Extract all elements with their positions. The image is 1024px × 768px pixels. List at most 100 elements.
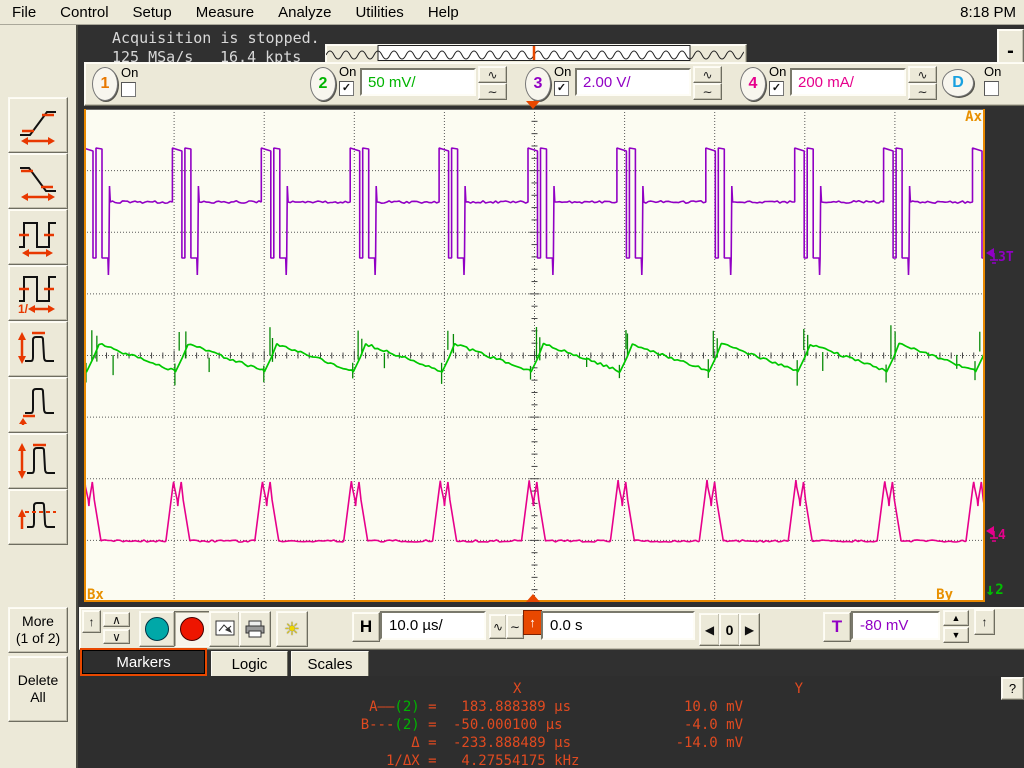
marker-b-x: -50.000100 µs [445, 716, 653, 734]
delete-all-button[interactable]: Delete All [8, 656, 68, 722]
menu-control[interactable]: Control [60, 4, 108, 21]
horizontal-position-field[interactable]: 0.0 s [541, 611, 695, 640]
ground-arrow-icon [986, 248, 998, 266]
trigger-position-marker-top[interactable] [526, 101, 540, 109]
spinner-down-button[interactable]: ▼ [943, 627, 969, 643]
channel-3-scale-field[interactable]: 2.00 V/ [575, 68, 691, 96]
more-button[interactable]: More (1 of 2) [8, 607, 68, 653]
scale-spinner[interactable]: ∧ ∨ [103, 612, 130, 644]
channel-2-coupling-button[interactable]: ∿ [478, 66, 507, 83]
channel-3-coupling-button[interactable]: ∿ [693, 66, 722, 83]
trigger-slope-button[interactable]: ↑ [974, 609, 995, 635]
print-button[interactable] [239, 611, 271, 647]
channel-4-button[interactable]: 4 [740, 67, 766, 101]
delete-all-label-2: All [30, 689, 46, 706]
undo-button[interactable]: ↑ [82, 610, 101, 633]
inverse-delta-y [653, 752, 743, 768]
sine-icon: ∼ [510, 620, 520, 634]
frequency-button[interactable]: 1/ [8, 265, 68, 321]
channel-1-button[interactable]: 1 [92, 67, 118, 101]
display-brightness-button[interactable]: ☀ [276, 611, 308, 647]
digital-on-checkbox[interactable] [984, 81, 999, 96]
fall-time-icon [17, 159, 59, 203]
channel-4-ac-button[interactable]: ∼ [908, 83, 937, 100]
channel-4-reference-marker[interactable]: 4 [986, 526, 1006, 544]
right-triangle-icon: ▶ [745, 623, 754, 637]
svg-text:1/: 1/ [18, 302, 29, 315]
menu-setup[interactable]: Setup [133, 4, 172, 21]
oscilloscope-screen: File Control Setup Measure Analyze Utili… [0, 0, 1024, 768]
vmax-button[interactable] [8, 321, 68, 377]
horizontal-position-indicator[interactable] [325, 44, 747, 64]
marker-a-source: (2) [394, 699, 419, 715]
menu-analyze[interactable]: Analyze [278, 4, 331, 21]
vavg-button[interactable] [8, 489, 68, 545]
menu-bar: File Control Setup Measure Analyze Utili… [0, 0, 1024, 25]
trigger-level-spinner[interactable]: ▲ ▼ [943, 610, 969, 644]
channel-4-marker-label: 4 [998, 528, 1006, 543]
trigger-level-field[interactable]: -80 mV [851, 611, 940, 640]
menu-help[interactable]: Help [428, 4, 459, 21]
channel-2-on-label: On [339, 64, 356, 79]
stop-icon [180, 617, 204, 641]
trigger-edge-button[interactable]: ↑ [523, 610, 542, 635]
vpp-button[interactable] [8, 433, 68, 489]
clock: 8:18 PM [960, 4, 1016, 21]
channel-3-on-checkbox[interactable]: ✓ [554, 81, 569, 96]
up-arrow-icon: ↑ [529, 615, 536, 630]
vmax-icon [17, 327, 59, 371]
printer-icon [244, 620, 266, 638]
channel-2-ac-button[interactable]: ∼ [478, 83, 507, 100]
channel-2-on-checkbox[interactable]: ✓ [339, 81, 354, 96]
down-triangle-icon: ▼ [952, 630, 961, 640]
screen-capture-button[interactable] [209, 611, 240, 647]
export-image-icon [215, 620, 235, 638]
period-button[interactable] [8, 209, 68, 265]
waveform-display[interactable]: Ax Bx By [84, 109, 985, 602]
channel-2-number: 2 [319, 75, 328, 93]
channel-4-on-checkbox[interactable]: ✓ [769, 81, 784, 96]
channel-3-reference-marker[interactable]: 3T [986, 248, 1014, 266]
marker-readout: X Y A——(2) = 183.888389 µs 10.0 mV B---(… [78, 676, 1024, 768]
digital-channels-button[interactable]: D [942, 69, 974, 97]
timebase-fine-button[interactable]: ∿ [489, 614, 507, 639]
timebase-coarse-button[interactable]: ∼ [506, 614, 524, 639]
channel-2-offscreen-marker[interactable]: ↓ 2 [985, 580, 1004, 600]
vmin-button[interactable] [8, 377, 68, 433]
channel-3-ac-button[interactable]: ∼ [693, 83, 722, 100]
timebase-scale-field[interactable]: 10.0 µs/ [380, 611, 486, 640]
delta-x: -233.888489 µs [445, 734, 653, 752]
spinner-down-button[interactable]: ∨ [103, 629, 130, 644]
menu-utilities[interactable]: Utilities [355, 4, 403, 21]
position-right-button[interactable]: ▶ [739, 613, 760, 646]
run-button[interactable] [139, 611, 175, 647]
tab-logic[interactable]: Logic [211, 651, 288, 676]
spinner-up-button[interactable]: ▲ [943, 610, 969, 626]
channel-4-coupling-button[interactable]: ∿ [908, 66, 937, 83]
channel-3-on-label: On [554, 64, 571, 79]
spinner-up-button[interactable]: ∧ [103, 612, 130, 627]
trigger-position-marker-bottom[interactable] [526, 594, 540, 602]
tab-markers[interactable]: Markers [80, 648, 207, 676]
ground-arrow-icon [986, 526, 998, 544]
menu-measure[interactable]: Measure [196, 4, 254, 21]
channel-4-scale-field[interactable]: 200 mA/ [790, 68, 906, 96]
channel-2-scale-field[interactable]: 50 mV/ [360, 68, 476, 96]
horizontal-menu-button[interactable]: H [352, 612, 380, 642]
channel-3-button[interactable]: 3 [525, 67, 551, 101]
stop-button[interactable] [174, 611, 210, 647]
tab-scales[interactable]: Scales [291, 651, 369, 676]
position-left-button[interactable]: ◀ [699, 613, 720, 646]
trigger-menu-button[interactable]: T [823, 612, 851, 642]
help-button[interactable]: ? [1001, 677, 1024, 700]
position-zero-button[interactable]: 0 [719, 613, 740, 646]
minimize-glyph: - [1007, 40, 1014, 63]
chevron-up-icon: ∧ [112, 613, 121, 627]
channel-2-button[interactable]: 2 [310, 67, 336, 101]
channel-1-on-checkbox[interactable] [121, 82, 136, 97]
fall-time-button[interactable] [8, 153, 68, 209]
more-label: More [22, 613, 54, 630]
menu-file[interactable]: File [12, 4, 36, 21]
rise-time-button[interactable] [8, 97, 68, 153]
sine-icon: ∼ [487, 85, 497, 99]
